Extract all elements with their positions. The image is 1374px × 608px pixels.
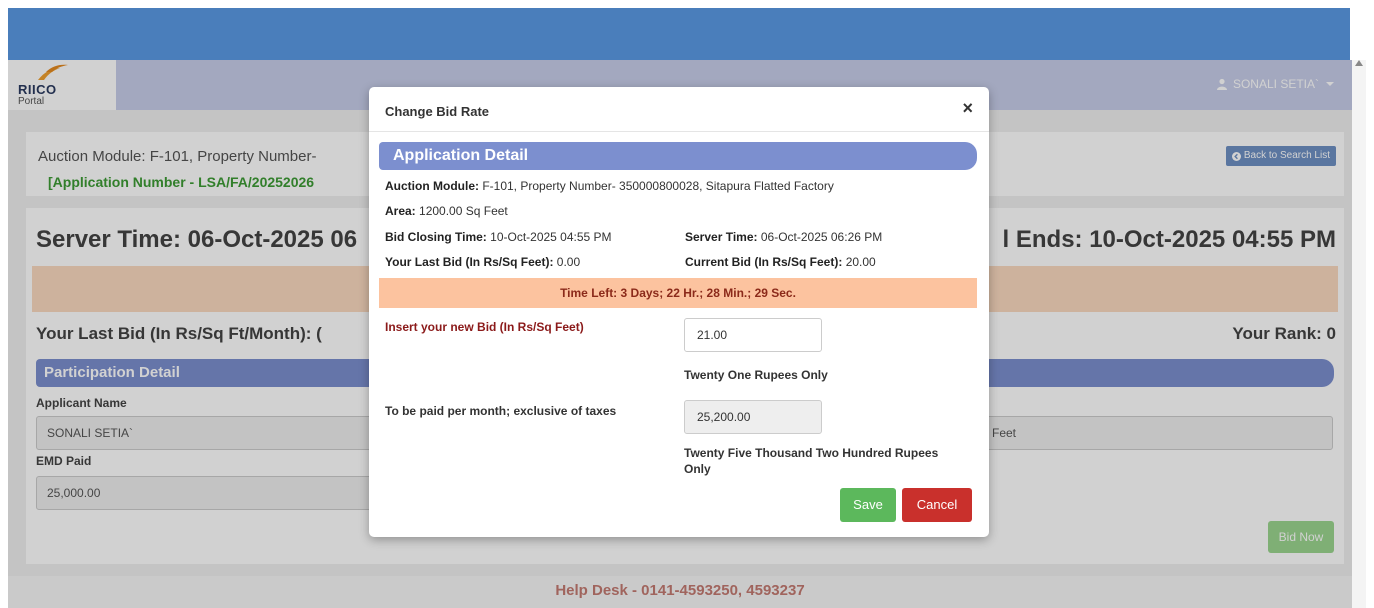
area-row: Area: 1200.00 Sq Feet <box>385 204 508 218</box>
close-icon[interactable]: × <box>962 99 973 117</box>
bid-closing-value: 10-Oct-2025 04:55 PM <box>490 230 612 244</box>
per-month-label: To be paid per month; exclusive of taxes <box>385 404 617 418</box>
new-bid-in-words: Twenty One Rupees Only <box>684 368 828 382</box>
modal-header: Change Bid Rate × <box>369 87 989 132</box>
per-month-words-line1: Twenty Five Thousand Two Hundred Rupees <box>684 446 939 460</box>
current-bid-label: Current Bid (In Rs/Sq Feet): <box>685 255 843 269</box>
application-detail-header: Application Detail <box>379 142 977 170</box>
new-bid-input[interactable] <box>684 318 822 352</box>
scroll-up-arrow-icon[interactable] <box>1355 60 1363 66</box>
save-button[interactable]: Save <box>840 488 896 522</box>
bid-closing-row: Bid Closing Time: 10-Oct-2025 04:55 PM <box>385 230 612 244</box>
time-left-banner: Time Left: 3 Days; 22 Hr.; 28 Min.; 29 S… <box>379 278 977 308</box>
change-bid-rate-modal: Change Bid Rate × Application Detail Auc… <box>369 87 989 537</box>
auction-module-row: Auction Module: F-101, Property Number- … <box>385 179 834 193</box>
browser-top-band <box>8 8 1350 60</box>
modal-server-time-value: 06-Oct-2025 06:26 PM <box>760 230 883 244</box>
modal-server-time-row: Server Time: 06-Oct-2025 06:26 PM <box>685 230 882 244</box>
modal-server-time-label: Server Time: <box>685 230 758 244</box>
new-bid-label: Insert your new Bid (In Rs/Sq Feet) <box>385 320 584 334</box>
current-bid-value: 20.00 <box>845 255 876 269</box>
per-month-amount-field: 25,200.00 <box>684 400 822 434</box>
auction-module-value: F-101, Property Number- 350000800028, Si… <box>482 179 834 193</box>
last-bid-value: 0.00 <box>556 255 581 269</box>
per-month-words-line2: Only <box>684 462 711 476</box>
area-label: Area: <box>385 204 416 218</box>
area-value: 1200.00 Sq Feet <box>419 204 508 218</box>
auction-module-label: Auction Module: <box>385 179 479 193</box>
page-scrollbar[interactable] <box>1352 60 1366 608</box>
cancel-button[interactable]: Cancel <box>902 488 972 522</box>
current-bid-row: Current Bid (In Rs/Sq Feet): 20.00 <box>685 255 876 269</box>
last-bid-row: Your Last Bid (In Rs/Sq Feet): 0.00 <box>385 255 580 269</box>
bid-closing-label: Bid Closing Time: <box>385 230 487 244</box>
last-bid-label: Your Last Bid (In Rs/Sq Feet): <box>385 255 554 269</box>
modal-title: Change Bid Rate <box>385 104 490 119</box>
